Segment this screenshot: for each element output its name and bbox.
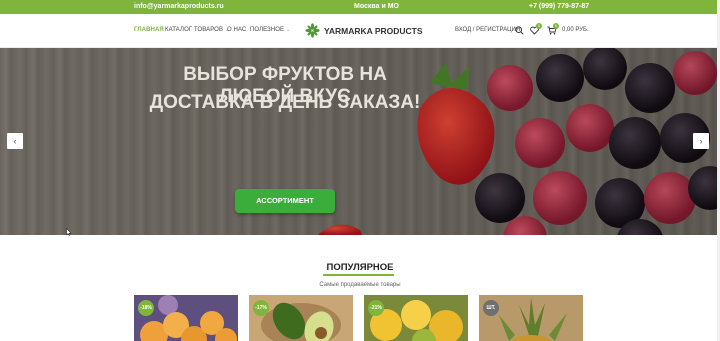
mouse-cursor-icon (66, 228, 72, 236)
product-card[interactable]: ШТ. (479, 295, 583, 341)
nav-item-catalog[interactable]: КАТАЛОГ ТОВАРОВ ⌄ (165, 27, 229, 33)
popular-section-subtitle: Самые продаваемые товары (319, 282, 401, 288)
chevron-down-icon: ⌄ (285, 27, 291, 33)
region-label: Москва и МО (354, 3, 399, 10)
product-card[interactable]: -18% (134, 295, 238, 341)
search-icon[interactable] (515, 26, 524, 35)
hero-title-line1: ВЫБОР ФРУКТОВ НА (183, 64, 387, 85)
nav-item-home[interactable]: ГЛАВНАЯ (134, 27, 164, 33)
discount-badge: -21% (368, 300, 384, 316)
slider-next-button[interactable]: › (693, 133, 709, 149)
discount-badge: -17% (253, 300, 269, 316)
site-header: ГЛАВНАЯ КАТАЛОГ ТОВАРОВ ⌄ О НАС ПОЛЕЗНОЕ… (0, 14, 720, 48)
assortment-button[interactable]: АССОРТИМЕНТ (235, 189, 335, 213)
title-underline (323, 274, 394, 276)
contact-email[interactable]: info@yarmarkaproducts.ru (134, 3, 224, 10)
site-logo[interactable]: YARMARKA PRODUCTS (305, 23, 423, 38)
unit-badge: ШТ. (483, 300, 499, 316)
product-card[interactable]: -17% (249, 295, 353, 341)
logo-text: YARMARKA PRODUCTS (324, 25, 423, 36)
contact-phone[interactable]: +7 (999) 779-87-87 (529, 3, 589, 10)
popular-section-title: ПОПУЛЯРНОЕ (326, 262, 394, 273)
wishlist-count-badge: 0 (536, 23, 542, 29)
nav-item-useful[interactable]: ПОЛЕЗНОЕ ⌄ (250, 27, 290, 33)
chevron-right-icon: › (699, 136, 703, 146)
nav-item-about[interactable]: О НАС (227, 27, 246, 33)
slider-prev-button[interactable]: ‹ (7, 133, 23, 149)
cart-total[interactable]: 0,00 РУБ. (562, 27, 589, 33)
hero-subtitle: ДОСТАВКА В ДЕНЬ ЗАКАЗА! (149, 92, 421, 113)
product-card[interactable]: -21% (364, 295, 468, 341)
login-register-link[interactable]: ВХОД / РЕГИСТРАЦИЯ (455, 27, 520, 33)
cart-count-badge: 0 (553, 23, 559, 29)
top-bar: info@yarmarkaproducts.ru Москва и МО +7 … (0, 0, 720, 14)
chevron-left-icon: ‹ (13, 136, 17, 146)
leaf-logo-icon (305, 23, 320, 38)
hero-slider: ВЫБОР ФРУКТОВ НА ЛЮБОЙ ВКУС (0, 48, 720, 235)
discount-badge: -18% (138, 300, 154, 316)
